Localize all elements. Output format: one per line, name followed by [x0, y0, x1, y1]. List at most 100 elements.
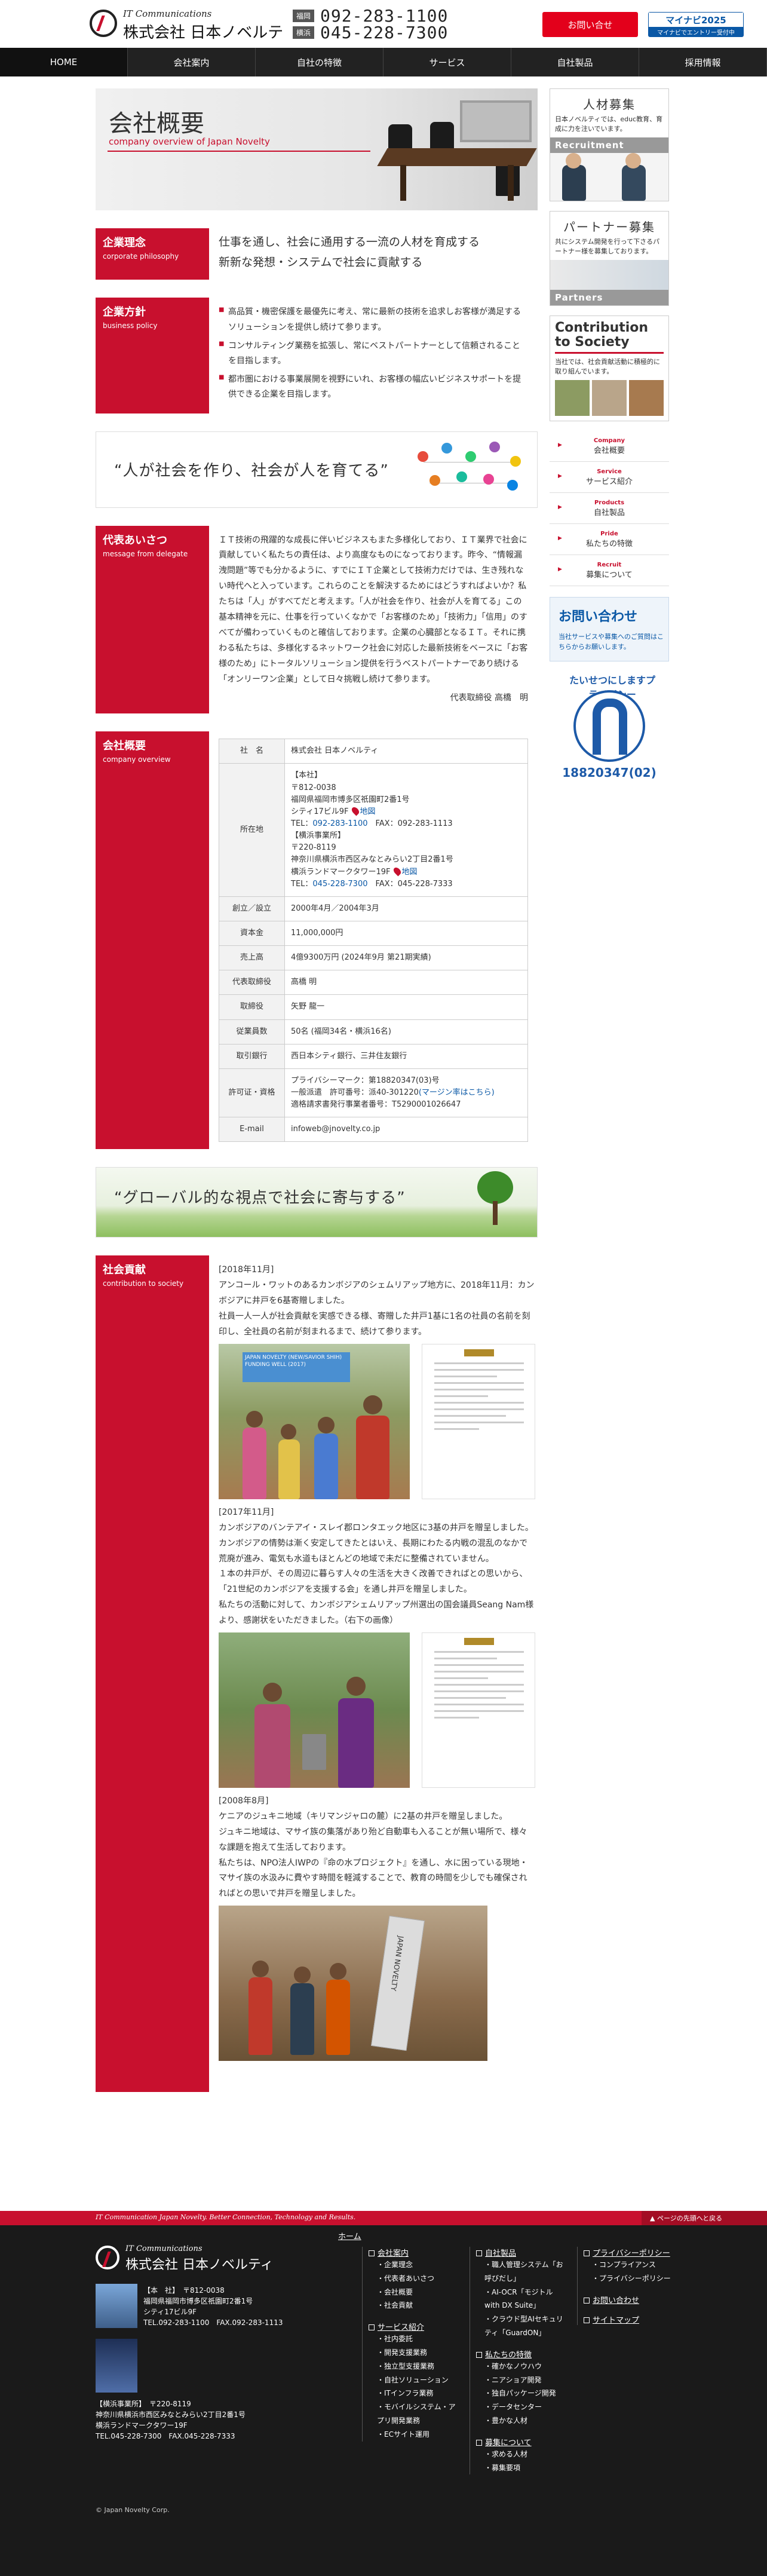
margin-rate-link[interactable]: (マージン率はこちら): [419, 1088, 495, 1097]
list-icon: [476, 2439, 482, 2446]
footer-link[interactable]: 確かなノウハウ: [484, 2360, 565, 2373]
footer-link[interactable]: コンプライアンス: [592, 2258, 679, 2272]
footer-home-link[interactable]: ホーム: [338, 2230, 361, 2245]
hq-map-link[interactable]: 地図: [360, 807, 376, 816]
certificate-photo: [422, 1343, 535, 1499]
map-pin-icon: [392, 866, 402, 877]
footer-link-products[interactable]: 自社製品: [476, 2249, 516, 2258]
footer-link[interactable]: 代表者あいさつ: [377, 2272, 458, 2286]
mynavi-subtitle: マイナビでエントリー受付中: [649, 27, 743, 36]
footer-tagline: IT Communication Japan Novelty. Better C…: [96, 2213, 356, 2221]
hq-tel-link[interactable]: 092-283-1100: [312, 819, 367, 828]
csr-section: 社会貢献 contribution to society [2018年11月] …: [96, 1255, 538, 2093]
footer-logo[interactable]: IT Communications 株式会社 日本ノベルティ: [96, 2243, 275, 2273]
footer-link[interactable]: 職人管理システム「お呼びだし」: [484, 2258, 565, 2286]
partner-text: 共にシステム開発を行って下さるパートナー様を募集しております。: [555, 237, 660, 255]
table-row: 取締役 矢野 龍一: [219, 994, 528, 1020]
overview-section: 会社概要 company overview 社 名株式会社 日本ノベルティ 所在…: [96, 731, 538, 1150]
table-row: 取引銀行 西日本シティ銀行、三井住友銀行: [219, 1043, 528, 1069]
sidebar: 人材募集 日本ノベルティでは、educ教育、育成に力を注いでいます。 Recru…: [550, 88, 669, 786]
inquiry-banner[interactable]: お問い合わせ 当社サービスや募集へのご質問はこちらからお願いします。: [550, 597, 669, 661]
side-menu-pride[interactable]: Pride私たちの特徴: [550, 524, 669, 555]
footer-link[interactable]: 開発支援業務: [377, 2346, 458, 2360]
footer-bar: IT Communication Japan Novelty. Better C…: [0, 2211, 767, 2225]
table-row: 所在地 【本社】 〒812-0038 福岡県福岡市博多区祇園町2番1号 シティ1…: [219, 763, 528, 897]
greeting-text: ＩＴ技術の飛躍的な成長に伴いビジネスもまた多様化しており、ＩＴ業界で社会に貢献し…: [209, 526, 538, 714]
footer-link[interactable]: 会社概要: [377, 2286, 458, 2299]
nav-products[interactable]: 自社製品: [511, 48, 639, 76]
company-logo[interactable]: IT Communications 株式会社 日本ノベルティ: [90, 7, 287, 64]
csr-date-2008: [2008年8月]: [219, 1796, 269, 1806]
landmark-tower-image: [96, 2339, 137, 2393]
footer-link[interactable]: AI-OCR「モジトル with DX Suite」: [484, 2286, 565, 2313]
nav-features[interactable]: 自社の特徴: [256, 48, 384, 76]
nav-recruit[interactable]: 採用情報: [639, 48, 767, 76]
footer-link[interactable]: モバイルシステム・アプリ開発業務: [377, 2400, 458, 2428]
recruit-title: 人材募集: [583, 97, 636, 112]
people-network-illustration: [412, 438, 525, 504]
global-motto-text: “グローバル的な視点で社会に寄与する”: [114, 1189, 406, 1208]
csr-banner[interactable]: Contribution to Society 当社では、社会貢献活動に積極的に…: [550, 315, 669, 421]
contact-button[interactable]: お問い合せ: [542, 12, 638, 37]
footer-link[interactable]: 社会貢献: [377, 2299, 458, 2312]
footer-link[interactable]: 独立型支援業務: [377, 2360, 458, 2373]
philosophy-text: 仕事を通し、社会に通用する一流の人材を育成する 新新な発想・システムで社会に貢献…: [219, 235, 480, 269]
nav-company[interactable]: 会社案内: [128, 48, 256, 76]
recruit-banner[interactable]: 人材募集 日本ノベルティでは、educ教育、育成に力を注いでいます。 Recru…: [550, 88, 669, 201]
footer-link[interactable]: 募集要項: [484, 2461, 565, 2475]
footer-link-inquiry[interactable]: お問い合わせ: [584, 2296, 639, 2305]
side-menu-recruit[interactable]: Recruit募集について: [550, 555, 669, 586]
tel-label-yokohama: 横浜: [293, 26, 315, 39]
footer-link[interactable]: ニアショア開発: [484, 2373, 565, 2387]
overview-table-wrap: 社 名株式会社 日本ノベルティ 所在地 【本社】 〒812-0038 福岡県福岡…: [209, 731, 538, 1149]
footer-link-company[interactable]: 会社案内: [369, 2249, 409, 2258]
csr-photos-2018: JAPAN NOVELTY (NEW/SAVIOR SHIH) FUNDING …: [219, 1343, 535, 1499]
footer-link[interactable]: プライバシーポリシー: [592, 2272, 679, 2286]
table-row: 代表取締役 高橋 明: [219, 970, 528, 996]
policy-label: 企業方針 business policy: [96, 298, 209, 413]
hero-banner: 会社概要 company overview of Japan Novelty: [96, 88, 538, 210]
yokohama-map-link[interactable]: 地図: [402, 868, 418, 877]
philosophy-section: 企業理念 corporate philosophy 仕事を通し、社会に通用する一…: [96, 228, 538, 280]
side-menu-products[interactable]: Products自社製品: [550, 493, 669, 524]
yokohama-tel-link[interactable]: 045-228-7300: [312, 880, 367, 889]
site-footer: IT Communications 株式会社 日本ノベルティ 【本 社】 〒81…: [0, 2225, 767, 2576]
list-icon: [369, 2250, 375, 2256]
footer-link-service[interactable]: サービス紹介: [369, 2323, 424, 2332]
footer-link-privacy[interactable]: プライバシーポリシー: [584, 2249, 670, 2258]
nav-service[interactable]: サービス: [384, 48, 511, 76]
logo-mark-icon: [90, 10, 117, 37]
footer-link[interactable]: ITインフラ業務: [377, 2387, 458, 2400]
partner-banner[interactable]: パートナー募集 共にシステム開発を行って下さるパートナー様を募集しております。 …: [550, 210, 669, 306]
footer-link-pride[interactable]: 私たちの特徴: [476, 2351, 532, 2360]
csr-banner-title: Contribution to Society: [555, 320, 649, 350]
footer-link[interactable]: 独自パッケージ開発: [484, 2387, 565, 2400]
list-icon: [584, 2250, 590, 2256]
footer-link[interactable]: 社内委託: [377, 2332, 458, 2346]
site-header: IT Communications 株式会社 日本ノベルティ 福岡092-283…: [0, 0, 767, 64]
back-to-top-link[interactable]: ▲ ページの先頭へと戻る: [642, 2211, 767, 2225]
footer-link[interactable]: 求める人材: [484, 2448, 565, 2461]
footer-link[interactable]: 豊かな人材: [484, 2414, 565, 2428]
csr-text-2017: カンボジアのバンテアイ・スレイ郡ロンタエック地区に3基の井戸を贈呈しました。 カ…: [219, 1523, 534, 1626]
side-menu-company[interactable]: Company会社概要: [550, 431, 669, 462]
footer-link[interactable]: ECサイト運用: [377, 2428, 458, 2442]
greeting-label: 代表あいさつ message from delegate: [96, 525, 209, 714]
mynavi-banner[interactable]: マイナビ2025 マイナビでエントリー受付中: [648, 12, 744, 37]
cambodia-children-photo: JAPAN NOVELTY (NEW/SAVIOR SHIH) FUNDING …: [219, 1343, 410, 1499]
side-menu-service[interactable]: Serviceサービス紹介: [550, 462, 669, 493]
company-info-table: 社 名株式会社 日本ノベルティ 所在地 【本社】 〒812-0038 福岡県福岡…: [219, 739, 528, 1142]
footer-link-recruit[interactable]: 募集について: [476, 2439, 532, 2448]
motto-banner: “人が社会を作り、社会が人を育てる”: [96, 431, 538, 508]
main-content: 会社概要 company overview of Japan Novelty 企…: [96, 88, 544, 2093]
footer-link[interactable]: データセンター: [484, 2400, 565, 2414]
privacy-mark[interactable]: たいせつにしますプライバシー 18820347(02): [562, 672, 657, 786]
table-row: 資本金 11,000,000円: [219, 920, 528, 947]
footer-link[interactable]: 企業理念: [377, 2258, 458, 2272]
table-row: 従業員数 50名 (福岡34名・横浜16名): [219, 1019, 528, 1045]
footer-link-sitemap[interactable]: サイトマップ: [584, 2316, 639, 2325]
footer-link[interactable]: 自社ソリューション: [377, 2373, 458, 2387]
nav-home[interactable]: HOME: [0, 48, 128, 76]
footer-link[interactable]: クラウド型AIセキュリティ「GuardON」: [484, 2312, 565, 2340]
inquiry-text: 当社サービスや募集へのご質問はこちらからお願いします。: [559, 633, 664, 651]
